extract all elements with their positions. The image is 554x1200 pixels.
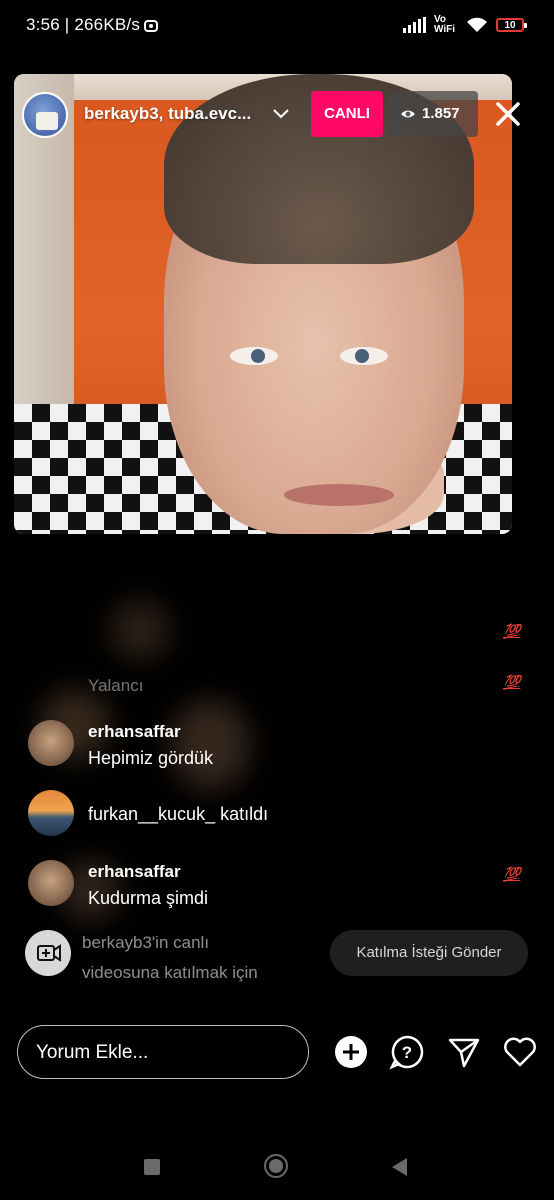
eye-icon bbox=[401, 110, 415, 118]
vowifi-label: Vo WiFi bbox=[434, 14, 456, 35]
comment-text: Yalancı bbox=[88, 676, 144, 695]
close-icon[interactable] bbox=[490, 96, 526, 132]
comment-field[interactable] bbox=[17, 1025, 309, 1079]
viewer-count-badge[interactable]: 1.857 bbox=[388, 91, 478, 137]
home-button[interactable] bbox=[264, 1154, 288, 1178]
viewer-count: 1.857 bbox=[422, 105, 460, 122]
live-header: berkayb3, tuba.evc... CANLI 1.857 bbox=[0, 88, 554, 142]
wifi-icon bbox=[467, 17, 487, 32]
question-icon[interactable]: ? bbox=[389, 1034, 425, 1070]
battery-icon: 10 bbox=[496, 18, 527, 32]
svg-text:?: ? bbox=[402, 1043, 412, 1062]
screen-record-icon bbox=[144, 20, 159, 32]
avatar[interactable] bbox=[28, 720, 74, 766]
hundred-reaction: 💯 bbox=[503, 866, 521, 882]
heart-icon[interactable] bbox=[502, 1034, 538, 1070]
status-time: 3:56 | 266KB/s bbox=[26, 15, 159, 35]
add-icon[interactable] bbox=[333, 1034, 369, 1070]
system-nav-bar bbox=[0, 1140, 554, 1200]
comment-text: Hepimiz gördük bbox=[88, 748, 214, 768]
avatar[interactable] bbox=[28, 790, 74, 836]
chevron-down-icon[interactable] bbox=[272, 104, 290, 122]
recents-button[interactable] bbox=[144, 1159, 160, 1175]
join-request-button[interactable]: Katılma İsteği Gönder bbox=[330, 930, 528, 976]
comment-username[interactable]: erhansaffar bbox=[88, 722, 181, 742]
back-button[interactable] bbox=[392, 1158, 407, 1176]
hundred-reaction: 💯 bbox=[503, 623, 521, 639]
send-icon[interactable] bbox=[446, 1034, 482, 1070]
live-video[interactable] bbox=[14, 74, 512, 534]
comment-input[interactable] bbox=[34, 1038, 288, 1068]
join-video-icon[interactable] bbox=[25, 930, 71, 976]
signal-icon bbox=[403, 17, 426, 33]
comment-text: Kudurma şimdi bbox=[88, 888, 209, 908]
host-avatar[interactable] bbox=[22, 92, 68, 138]
avatar[interactable] bbox=[28, 860, 74, 906]
host-names[interactable]: berkayb3, tuba.evc... bbox=[84, 104, 251, 124]
comment-username[interactable]: erhansaffar bbox=[88, 862, 181, 882]
status-bar: 3:56 | 266KB/s Vo WiFi 10 bbox=[0, 0, 554, 50]
live-badge: CANLI bbox=[311, 91, 383, 137]
hundred-reaction: 💯 bbox=[503, 674, 521, 690]
join-request-text: berkayb3'in canlı videosuna katılmak içi… bbox=[82, 933, 258, 982]
join-notice-text: furkan__kucuk_ katıldı bbox=[88, 804, 269, 824]
